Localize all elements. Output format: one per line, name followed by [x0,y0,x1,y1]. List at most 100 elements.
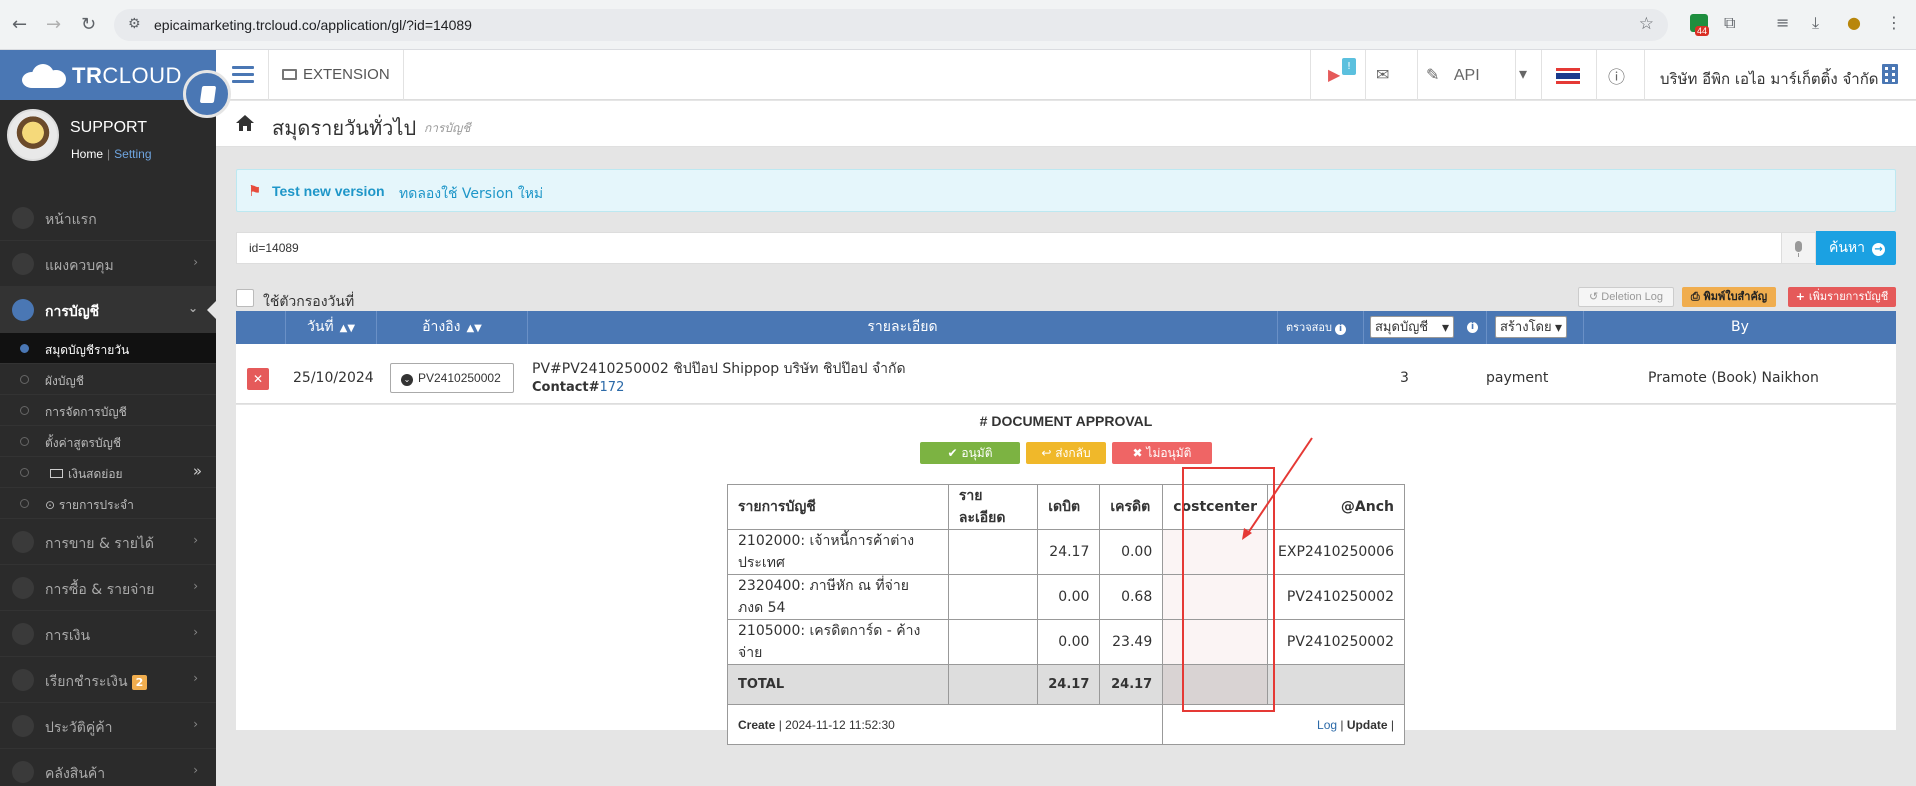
notification-badge: ! [1342,58,1357,75]
reject-button[interactable]: ✖ ไม่อนุมัติ [1112,442,1212,464]
sort-ref-header[interactable]: อ้างอิง ▲▼ [377,311,528,344]
user-profile: SUPPORT Home | Setting [0,100,216,195]
cloud-icon [22,62,66,88]
sidebar-subitem-chart-of-accounts[interactable]: ผังบัญชี [0,364,216,395]
boxes-icon [12,761,34,783]
chevron-right-icon: › [193,717,198,731]
sidebar: TRCLOUD SUPPORT Home | Setting หน้าแรก แผง… [0,50,231,786]
info-icon[interactable]: i [1334,324,1346,335]
sidebar-item-inventory[interactable]: คลังสินค้า › [0,749,216,786]
add-journal-button[interactable]: + เพิ่มรายการบัญชี [1788,287,1896,307]
sort-date-header[interactable]: วันที่ ▲▼ [286,311,377,344]
reference-button[interactable]: ⌄ PV2410250002 [390,363,514,393]
money-icon [12,669,34,691]
update-link[interactable]: Update [1347,718,1388,732]
thai-flag-icon[interactable] [1556,68,1580,84]
microphone-icon[interactable] [1782,232,1816,264]
print-voucher-button[interactable]: ⎙ พิมพ์ใบสำคัญ [1682,287,1776,307]
col-credit: เครดิต [1099,484,1164,530]
return-button[interactable]: ↩ ส่งกลับ [1026,442,1106,464]
forward-icon[interactable]: → [46,14,61,35]
browser-menu-icon[interactable]: ⋮ [1886,13,1902,32]
check-circle-icon: ✔ [947,446,962,460]
costcenter-cell [1162,529,1269,575]
hamburger-menu-icon[interactable] [232,66,254,84]
sidebar-subitem-formula-settings[interactable]: ตั้งค่าสูตรบัญชี [0,426,216,457]
back-icon[interactable]: ← [12,14,27,35]
journal-detail-table: รายการบัญชี รายละเอียด เดบิต เครดิต cost… [726,484,1405,745]
site-info-icon[interactable]: ⚙ [128,16,141,32]
chevron-down-icon: ⌄ [401,374,413,386]
audit-row: Create | 2024-11-12 11:52:30 Log | Updat… [726,704,1405,745]
delete-icon[interactable]: ✕ [247,368,269,390]
reload-icon[interactable]: ↻ [81,14,96,35]
sidebar-subitem-account-management[interactable]: การจัดการบัญชี [0,395,216,426]
bookmark-star-icon[interactable]: ☆ [1639,14,1654,34]
clock-icon: ⊙ [45,498,59,512]
download-icon[interactable]: ⤓ [1812,13,1819,33]
profile-avatar-icon[interactable]: ● [1847,13,1861,32]
extensions-icon[interactable]: ⧉ [1724,13,1735,33]
by-header: By [1731,319,1749,335]
test-new-version-link[interactable]: Test new version [272,183,385,199]
row-contact: Contact#172 [532,380,625,395]
company-name[interactable]: บริษัท อีพิก เอไอ มาร์เก็ตติ้ง จำกัด [1660,67,1879,91]
chevron-right-icon: › [193,671,198,685]
approve-button[interactable]: ✔ อนุมัติ [920,442,1020,464]
dropdown-caret-icon[interactable]: ▾ [1519,64,1527,84]
search-button[interactable]: ค้นหา → [1816,231,1896,265]
username: SUPPORT [70,119,148,136]
extension-badge-icon[interactable]: 44 [1690,14,1710,36]
sidebar-item-dashboard[interactable]: แผงควบคุม › [0,241,216,287]
sidebar-subitem-journal[interactable]: สมุดบัญชีรายวัน [0,333,216,364]
chevron-down-icon: ⌄ [187,301,198,315]
calendar-icon [12,623,34,645]
extension-button[interactable]: EXTENSION [282,66,390,83]
sidebar-item-sales[interactable]: การขาย & รายได้ › [0,519,216,565]
media-icon[interactable]: ≡ [1776,13,1789,32]
deletion-log-button[interactable]: ↺ Deletion Log [1578,287,1674,307]
col-account: รายการบัญชี [727,484,949,530]
sidebar-item-home[interactable]: หน้าแรก [0,195,216,241]
search-input[interactable]: id=14089 [236,232,1782,264]
help-icon[interactable]: ⓘ [1608,63,1625,88]
sidebar-item-partners[interactable]: ประวัติคู่ค้า › [0,703,216,749]
home-link[interactable]: Home [71,147,103,161]
chevron-right-icon: › [193,255,198,269]
col-anch: @Anch [1267,484,1405,530]
sidebar-item-billing[interactable]: เรียกชำระเงิน 2 › [0,657,216,703]
sidebar-subitem-recurring[interactable]: ⊙ รายการประจำ [0,488,216,519]
megaphone-icon[interactable]: ▶ [1328,65,1340,85]
api-button[interactable]: ✎ API [1426,65,1480,85]
check-header: ตรวจสอบ i [1278,311,1364,344]
avatar[interactable] [7,109,59,161]
costcenter-cell [1162,619,1269,665]
sidebar-menu: หน้าแรก แผงควบคุม › การบัญชี ⌄ สมุดบัญชีรา… [0,195,216,786]
create-time: | 2024-11-12 11:52:30 [778,717,895,732]
journal-book-icon[interactable] [183,70,231,118]
sidebar-subitem-petty-cash[interactable]: เงินสดย่อย» [0,457,216,488]
setting-link[interactable]: Setting [114,147,151,161]
chevron-right-icon: › [193,625,198,639]
mail-icon[interactable]: ✉ [1376,65,1389,85]
created-by-select[interactable]: สร้างโดย [1495,316,1567,339]
info-alert: ⚑ Test new version ทดลองใช้ Version ใหม่ [236,169,1896,212]
sidebar-item-purchases[interactable]: การซื้อ & รายจ่าย › [0,565,216,611]
journal-table-header: วันที่ ▲▼ อ้างอิง ▲▼ รายละเอียด ตรวจสอบ i ส… [236,311,1896,344]
book-select[interactable]: สมุดบัญชี [1370,316,1454,339]
contact-link[interactable]: 172 [600,380,625,395]
address-bar[interactable]: ⚙ epicaimarketing.trcloud.co/application… [114,9,1668,41]
sidebar-item-accounting[interactable]: การบัญชี ⌄ [0,287,216,333]
info-icon[interactable]: i [1467,322,1478,333]
home-icon[interactable] [236,115,254,131]
chevron-right-icon: › [193,533,198,547]
chevron-right-icon: › [193,763,198,777]
sort-icon: ▲▼ [339,323,356,334]
date-filter-checkbox[interactable] [236,289,254,307]
log-link[interactable]: Log [1317,718,1337,732]
arrow-right-icon: → [1872,243,1886,256]
table-row: 2105000: เครดิตการ์ด - ค้างจ่าย 0.00 23.… [727,619,1405,665]
date-filter-label: ใช้ตัวกรองวันที่ [263,294,355,310]
sidebar-item-finance[interactable]: การเงิน › [0,611,216,657]
building-icon[interactable] [1882,64,1898,84]
